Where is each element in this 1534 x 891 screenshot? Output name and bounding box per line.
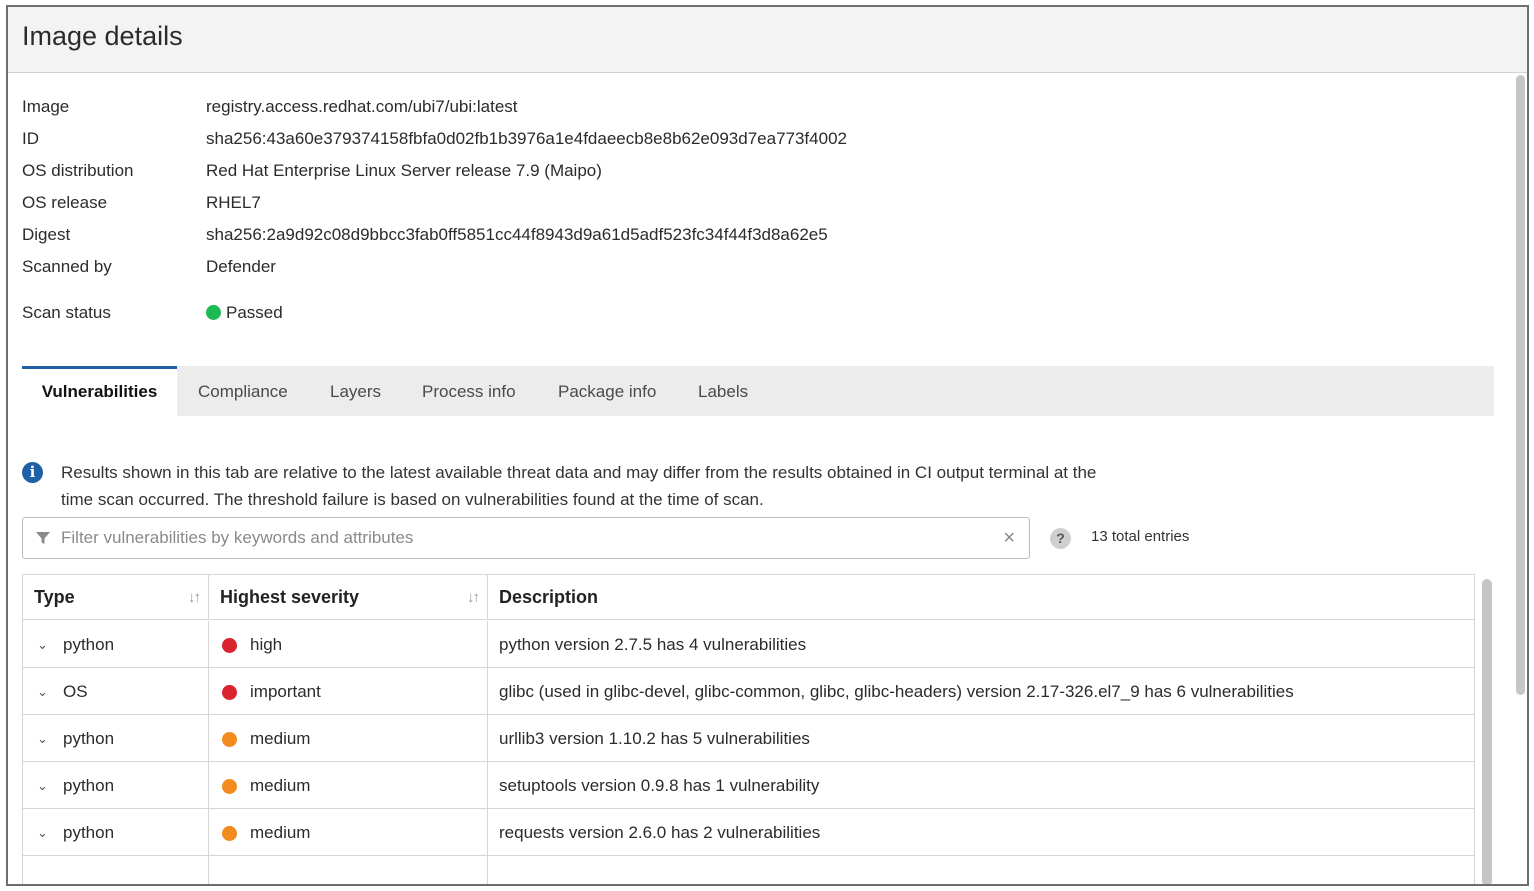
chevron-down-icon[interactable]: ⌄ xyxy=(37,621,48,668)
info-icon: i xyxy=(22,462,43,483)
status-dot-icon xyxy=(206,305,221,320)
description-cell: python version 2.7.5 has 4 vulnerabiliti… xyxy=(499,635,807,654)
detail-label: Scan status xyxy=(22,303,111,322)
detail-label: Digest xyxy=(22,225,71,244)
filter-input[interactable] xyxy=(61,526,981,550)
chevron-down-icon[interactable]: ⌄ xyxy=(37,715,48,762)
chevron-down-icon[interactable]: ⌄ xyxy=(37,809,48,856)
detail-label: ID xyxy=(22,129,39,148)
tab-layers[interactable]: Layers xyxy=(330,366,381,416)
type-value: python xyxy=(63,823,115,842)
severity-cell: medium xyxy=(209,715,488,762)
filter-icon xyxy=(36,532,50,544)
severity-value: medium xyxy=(250,823,311,842)
severity-cell: medium xyxy=(209,762,488,809)
tab-compliance[interactable]: Compliance xyxy=(198,366,288,416)
column-label: Highest severity xyxy=(220,587,360,607)
tab-labels[interactable]: Labels xyxy=(698,366,748,416)
description-cell: urllib3 version 1.10.2 has 5 vulnerabili… xyxy=(499,729,810,748)
column-label: Type xyxy=(34,587,75,607)
clear-filter-icon[interactable]: × xyxy=(1003,527,1015,550)
table-scrollbar[interactable] xyxy=(1482,579,1492,884)
type-value: python xyxy=(63,635,115,654)
table-row[interactable]: ⌄ python medium requests version 2.6.0 h… xyxy=(23,809,1474,856)
page-title: Image details xyxy=(22,21,183,51)
table-row[interactable]: ⌄ python medium setuptools version 0.9.8… xyxy=(23,762,1474,809)
detail-label: Image xyxy=(22,97,70,116)
type-cell: ⌄ python xyxy=(23,621,209,668)
chevron-down-icon[interactable]: ⌄ xyxy=(37,762,48,809)
column-header-type[interactable]: Type ↓↑ xyxy=(23,575,209,620)
help-icon[interactable]: ? xyxy=(1050,528,1071,549)
type-value: python xyxy=(63,729,115,748)
description-cell: setuptools version 0.9.8 has 1 vulnerabi… xyxy=(499,776,820,795)
severity-dot-icon xyxy=(222,779,237,794)
type-cell: ⌄ python xyxy=(23,762,209,809)
tab-package-info[interactable]: Package info xyxy=(558,366,656,416)
detail-value-image: registry.access.redhat.com/ubi7/ubi:late… xyxy=(206,97,518,116)
column-header-severity[interactable]: Highest severity ↓↑ xyxy=(209,575,488,620)
detail-value-os-distribution: Red Hat Enterprise Linux Server release … xyxy=(206,161,602,180)
description-cell: glibc (used in glibc-devel, glibc-common… xyxy=(499,682,1294,701)
severity-value: medium xyxy=(250,776,311,795)
table-row[interactable]: ⌄ python medium urllib3 version 1.10.2 h… xyxy=(23,715,1474,762)
severity-value: medium xyxy=(250,729,311,748)
vulnerabilities-table: Type ↓↑ Highest severity ↓↑ Description … xyxy=(22,574,1475,884)
detail-label: OS distribution xyxy=(22,161,134,180)
tab-vulnerabilities[interactable]: Vulnerabilities xyxy=(22,366,177,416)
severity-cell: important xyxy=(209,668,488,715)
severity-value: high xyxy=(250,635,283,654)
total-entries-count: 13 total entries xyxy=(1091,528,1190,545)
sort-icon[interactable]: ↓↑ xyxy=(188,575,201,620)
table-row[interactable]: ⌄ python high python version 2.7.5 has 4… xyxy=(23,621,1474,668)
severity-cell: high xyxy=(209,621,488,668)
detail-value-scanned-by: Defender xyxy=(206,257,276,276)
type-value: OS xyxy=(63,682,88,701)
filter-box: × xyxy=(22,517,1030,559)
severity-cell: medium xyxy=(209,809,488,856)
table-row[interactable]: ⌄ OS important glibc (used in glibc-deve… xyxy=(23,668,1474,715)
panel-header: Image details xyxy=(8,7,1527,73)
severity-dot-icon xyxy=(222,685,237,700)
detail-value-digest: sha256:2a9d92c08d9bbcc3fab0ff5851cc44f89… xyxy=(206,225,828,244)
info-text: Results shown in this tab are relative t… xyxy=(61,463,1097,509)
severity-value: important xyxy=(250,682,321,701)
severity-cell xyxy=(209,856,488,884)
type-cell: ⌄ OS xyxy=(23,668,209,715)
column-label: Description xyxy=(499,587,599,607)
scan-status-value: Passed xyxy=(206,303,283,323)
column-header-description: Description xyxy=(488,575,1474,620)
table-header: Type ↓↑ Highest severity ↓↑ Description xyxy=(23,575,1474,620)
description-cell: requests version 2.6.0 has 2 vulnerabili… xyxy=(499,823,821,842)
detail-value-os-release: RHEL7 xyxy=(206,193,261,212)
tab-bar: Vulnerabilities Compliance Layers Proces… xyxy=(22,366,1494,416)
sort-icon[interactable]: ↓↑ xyxy=(467,575,480,620)
status-badge: Passed xyxy=(226,303,283,322)
type-cell: ⌄ python xyxy=(23,809,209,856)
detail-label: OS release xyxy=(22,193,108,212)
tab-process-info[interactable]: Process info xyxy=(422,366,516,416)
type-value: python xyxy=(63,776,115,795)
severity-dot-icon xyxy=(222,826,237,841)
chevron-down-icon[interactable]: ⌄ xyxy=(37,668,48,715)
panel-scrollbar[interactable] xyxy=(1516,75,1525,695)
type-cell xyxy=(23,856,209,884)
severity-dot-icon xyxy=(222,638,237,653)
type-cell: ⌄ python xyxy=(23,715,209,762)
table-row[interactable] xyxy=(23,856,1474,884)
severity-dot-icon xyxy=(222,732,237,747)
image-details-panel: Image details Image registry.access.redh… xyxy=(6,5,1529,886)
detail-label: Scanned by xyxy=(22,257,112,276)
detail-value-id: sha256:43a60e379374158fbfa0d02fb1b3976a1… xyxy=(206,129,847,148)
